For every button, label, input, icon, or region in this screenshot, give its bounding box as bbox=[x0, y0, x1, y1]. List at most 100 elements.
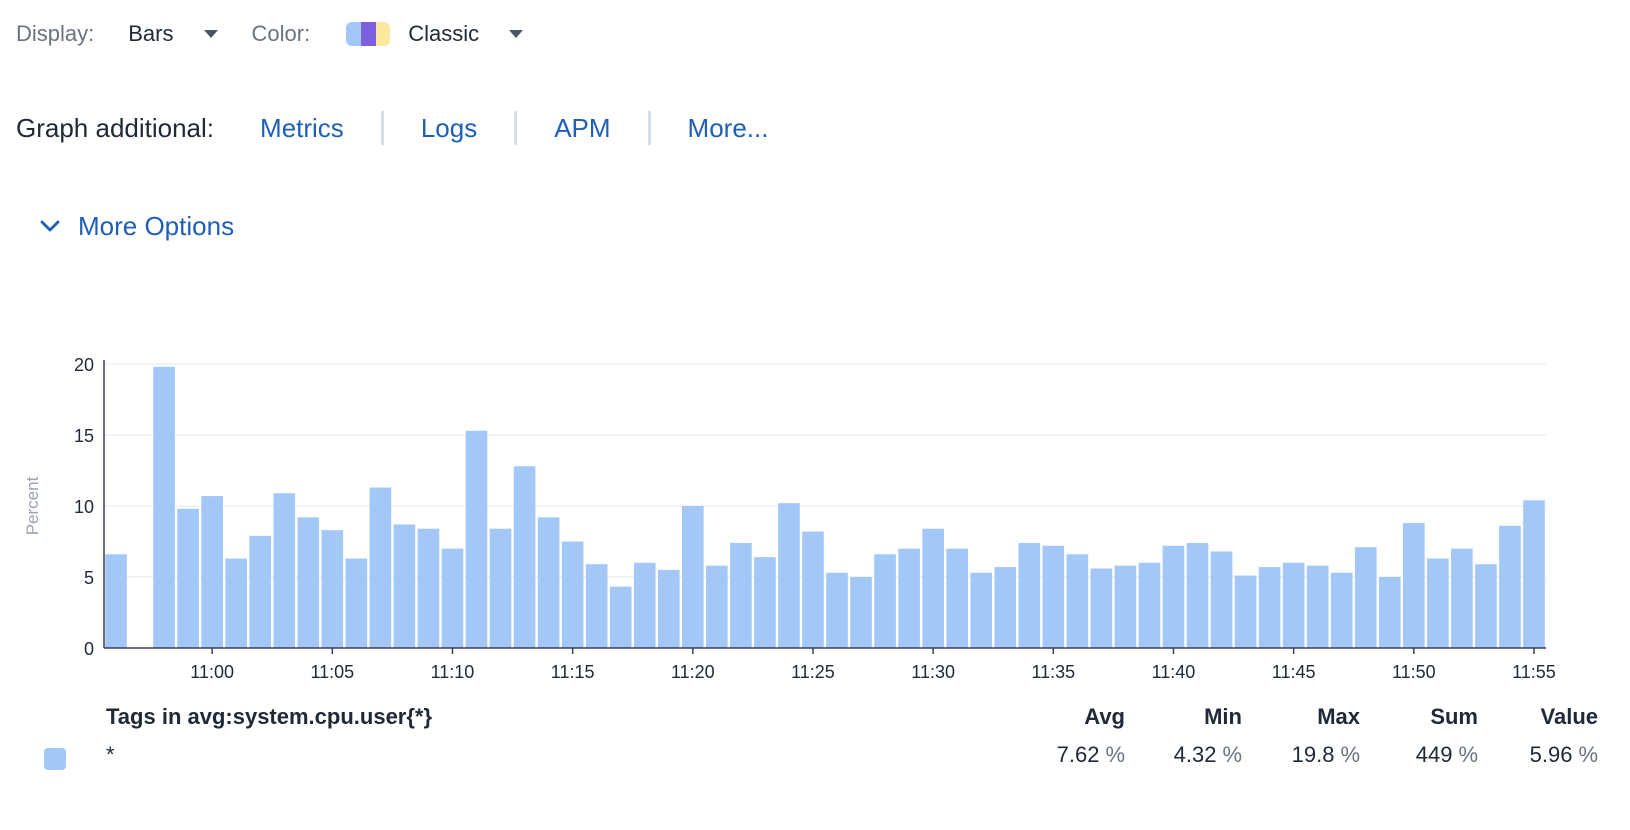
legend-max-value: 19.8 bbox=[1291, 742, 1335, 767]
bar bbox=[1378, 577, 1401, 648]
y-tick-label: 20 bbox=[74, 355, 94, 375]
bar bbox=[754, 557, 776, 648]
x-tick-label: 11:50 bbox=[1392, 662, 1436, 682]
color-value: Classic bbox=[408, 21, 480, 46]
bar bbox=[441, 548, 464, 648]
bar bbox=[1475, 564, 1497, 648]
graph-additional-row: Graph additional: Metrics Logs APM More.… bbox=[16, 106, 768, 150]
legend-current-value: 5.96 bbox=[1529, 742, 1573, 767]
bar bbox=[561, 541, 584, 648]
bar bbox=[1282, 562, 1305, 648]
palette-color-3 bbox=[375, 22, 391, 46]
legend-tags-header: Tags in avg:system.cpu.user{*} bbox=[106, 704, 433, 729]
bar bbox=[826, 572, 848, 648]
y-tick-label: 5 bbox=[84, 568, 94, 588]
legend-row[interactable]: * 7.62% 4.32% 19.8% 449% 5.96% bbox=[0, 742, 1630, 776]
bar bbox=[105, 554, 127, 648]
x-tick-label: 11:00 bbox=[190, 662, 234, 682]
legend-col-sum[interactable]: Sum bbox=[1430, 704, 1478, 730]
bar bbox=[633, 562, 656, 648]
x-tick-label: 11:25 bbox=[791, 662, 835, 682]
bar bbox=[1499, 525, 1521, 648]
display-value: Bars bbox=[128, 21, 174, 46]
graph-additional-label: Graph additional: bbox=[16, 112, 215, 143]
color-dropdown[interactable]: Classic bbox=[346, 21, 524, 47]
apm-link[interactable]: APM bbox=[554, 113, 610, 144]
bar bbox=[1258, 567, 1281, 648]
bar bbox=[1427, 558, 1449, 648]
logs-link[interactable]: Logs bbox=[421, 113, 477, 144]
more-options-toggle[interactable]: More Options bbox=[38, 206, 234, 246]
bar bbox=[225, 558, 247, 648]
bar bbox=[1042, 545, 1065, 648]
more-link[interactable]: More... bbox=[688, 113, 769, 144]
bar bbox=[513, 466, 536, 648]
legend-col-avg[interactable]: Avg bbox=[1084, 704, 1125, 730]
unit-label: % bbox=[1340, 742, 1360, 767]
bar bbox=[393, 524, 416, 648]
bar bbox=[273, 493, 296, 648]
unit-label: % bbox=[1222, 742, 1242, 767]
legend-row-tag: * bbox=[106, 742, 115, 767]
bar bbox=[682, 506, 704, 648]
legend-sum-value: 449 bbox=[1415, 742, 1453, 767]
display-label: Display: bbox=[16, 21, 95, 46]
bar bbox=[609, 586, 632, 648]
legend-col-min[interactable]: Min bbox=[1204, 704, 1242, 730]
bar bbox=[802, 531, 824, 648]
divider bbox=[514, 111, 518, 145]
legend-header: Tags in avg:system.cpu.user{*} Avg Min M… bbox=[0, 704, 1630, 738]
bar bbox=[1066, 554, 1089, 648]
bar bbox=[1186, 542, 1209, 648]
y-tick-label: 15 bbox=[74, 426, 94, 446]
widget-editor: Display: Bars Color: Classic Graph addit… bbox=[0, 0, 1630, 830]
bar bbox=[345, 558, 368, 648]
chevron-down-icon bbox=[40, 220, 60, 232]
x-tick-label: 11:10 bbox=[431, 662, 475, 682]
display-dropdown[interactable]: Bars bbox=[128, 21, 218, 47]
bar bbox=[537, 517, 560, 648]
legend-max-cell: 19.8% bbox=[1292, 742, 1360, 768]
x-tick-label: 11:40 bbox=[1152, 662, 1196, 682]
display-options-row: Display: Bars Color: Classic bbox=[16, 12, 524, 56]
bar bbox=[1354, 547, 1377, 648]
bar bbox=[1138, 562, 1161, 648]
bar bbox=[657, 569, 680, 648]
bar bbox=[1114, 565, 1137, 648]
bar bbox=[417, 528, 440, 648]
x-tick-label: 11:05 bbox=[310, 662, 354, 682]
legend-col-max[interactable]: Max bbox=[1317, 704, 1360, 730]
color-palette-swatch bbox=[346, 22, 391, 46]
unit-label: % bbox=[1578, 742, 1598, 767]
bar bbox=[1403, 523, 1425, 648]
bar bbox=[177, 508, 199, 648]
caret-down-icon bbox=[509, 30, 524, 38]
bar bbox=[1234, 575, 1257, 648]
x-tick-label: 11:35 bbox=[1031, 662, 1075, 682]
bar bbox=[730, 542, 752, 648]
legend-sum-cell: 449% bbox=[1416, 742, 1478, 768]
bar bbox=[1210, 551, 1233, 648]
caret-down-icon bbox=[203, 30, 218, 38]
bar bbox=[153, 366, 175, 648]
series-color-swatch[interactable] bbox=[44, 748, 66, 770]
y-axis-label: Percent bbox=[23, 476, 42, 535]
bar bbox=[1090, 568, 1113, 648]
bar bbox=[1306, 565, 1329, 648]
bar bbox=[898, 548, 920, 648]
x-tick-label: 11:55 bbox=[1512, 662, 1556, 682]
x-tick-label: 11:15 bbox=[551, 662, 595, 682]
legend-col-value[interactable]: Value bbox=[1541, 704, 1598, 730]
bar bbox=[249, 535, 272, 648]
color-label: Color: bbox=[251, 21, 311, 46]
bar bbox=[970, 572, 993, 648]
bar bbox=[1523, 500, 1545, 648]
divider bbox=[380, 111, 384, 145]
bar bbox=[1330, 572, 1353, 648]
legend-min-cell: 4.32% bbox=[1174, 742, 1242, 768]
bar bbox=[1162, 545, 1185, 648]
metrics-link[interactable]: Metrics bbox=[260, 113, 344, 144]
bar bbox=[465, 430, 488, 648]
bar bbox=[369, 487, 392, 648]
bar bbox=[706, 565, 728, 648]
